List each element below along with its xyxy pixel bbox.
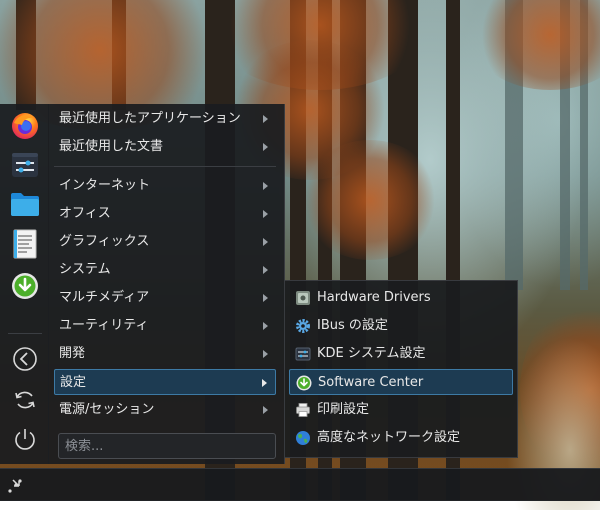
menu-item-power-session[interactable]: 電源/セッション (54, 397, 276, 423)
submenu-item-label: Software Center (318, 375, 424, 390)
chevron-right-icon (263, 210, 268, 218)
submenu-item-kde-settings[interactable]: KDE システム設定 (289, 341, 513, 367)
menu-item-internet[interactable]: インターネット (54, 173, 276, 199)
menu-item-utilities[interactable]: ユーティリティ (54, 313, 276, 339)
favorite-system-settings[interactable] (9, 149, 41, 181)
chevron-right-icon (263, 350, 268, 358)
menu-item-label: 最近使用したアプリケーション (59, 111, 241, 126)
menu-item-office[interactable]: オフィス (54, 201, 276, 227)
submenu-item-label: IBus の設定 (317, 318, 388, 333)
taskbar (0, 468, 600, 501)
submenu-item-ibus[interactable]: IBus の設定 (289, 313, 513, 339)
menu-item-recent-documents[interactable]: 最近使用した文書 (54, 134, 276, 160)
panel-separator (8, 333, 42, 334)
submenu-item-advanced-network[interactable]: 高度なネットワーク設定 (289, 425, 513, 451)
application-launcher-icon[interactable] (6, 475, 26, 495)
chevron-right-icon (263, 238, 268, 246)
ibus-gear-icon (296, 319, 310, 333)
menu-item-label: 最近使用した文書 (59, 139, 164, 154)
hardware-drivers-icon (296, 291, 310, 305)
chevron-right-icon (263, 294, 268, 302)
search-input[interactable] (58, 433, 276, 459)
menu-item-label: ユーティリティ (59, 318, 149, 333)
refresh-icon[interactable] (12, 387, 38, 413)
submenu-item-software-center[interactable]: Software Center (289, 369, 513, 395)
menu-item-label: 設定 (60, 375, 87, 390)
submenu-item-hardware-drivers[interactable]: Hardware Drivers (289, 285, 513, 311)
submenu-item-label: Hardware Drivers (317, 290, 431, 305)
text-editor-icon (13, 229, 37, 259)
menu-separator (54, 166, 276, 167)
menu-item-system[interactable]: システム (54, 257, 276, 283)
settings-submenu: Hardware Drivers IBus の設定 KDE システム設定 Sof… (284, 280, 518, 458)
menu-item-settings[interactable]: 設定 (54, 369, 276, 395)
menu-item-multimedia[interactable]: マルチメディア (54, 285, 276, 311)
menu-item-recent-apps[interactable]: 最近使用したアプリケーション (54, 106, 276, 132)
chevron-right-icon (263, 266, 268, 274)
favorite-firefox[interactable] (9, 110, 41, 142)
favorite-software-center[interactable] (9, 270, 41, 302)
software-center-icon (296, 375, 312, 391)
submenu-item-label: 印刷設定 (317, 402, 370, 417)
submenu-item-label: 高度なネットワーク設定 (317, 430, 461, 445)
menu-item-graphics[interactable]: グラフィックス (54, 229, 276, 255)
chevron-right-icon (263, 115, 268, 123)
menu-item-label: インターネット (59, 178, 151, 193)
menu-item-label: グラフィックス (59, 234, 150, 249)
chevron-right-icon (263, 406, 268, 414)
file-manager-icon (11, 193, 39, 216)
submenu-item-printer-settings[interactable]: 印刷設定 (289, 397, 513, 423)
software-center-icon (12, 273, 38, 299)
globe-icon (296, 431, 310, 445)
favorite-file-manager[interactable] (9, 188, 41, 220)
application-menu: 最近使用したアプリケーション 最近使用した文書 インターネット オフィス グラフ… (48, 104, 285, 464)
printer-icon (296, 403, 310, 417)
favorites-panel (0, 104, 49, 464)
kde-settings-icon (295, 347, 311, 361)
chevron-right-icon (263, 143, 268, 151)
submenu-item-label: KDE システム設定 (317, 346, 426, 361)
chevron-right-icon (263, 322, 268, 330)
favorite-text-editor[interactable] (9, 228, 41, 260)
system-settings-icon (12, 153, 38, 177)
menu-item-label: マルチメディア (59, 290, 150, 305)
menu-item-development[interactable]: 開発 (54, 341, 276, 367)
back-icon[interactable] (12, 346, 38, 372)
chevron-right-icon (263, 182, 268, 190)
chevron-right-icon (262, 379, 267, 387)
menu-item-label: オフィス (59, 206, 111, 221)
firefox-icon (12, 113, 38, 139)
menu-item-label: システム (59, 262, 111, 277)
menu-item-label: 電源/セッション (59, 402, 155, 417)
power-icon[interactable] (12, 426, 38, 452)
menu-item-label: 開発 (59, 346, 86, 361)
